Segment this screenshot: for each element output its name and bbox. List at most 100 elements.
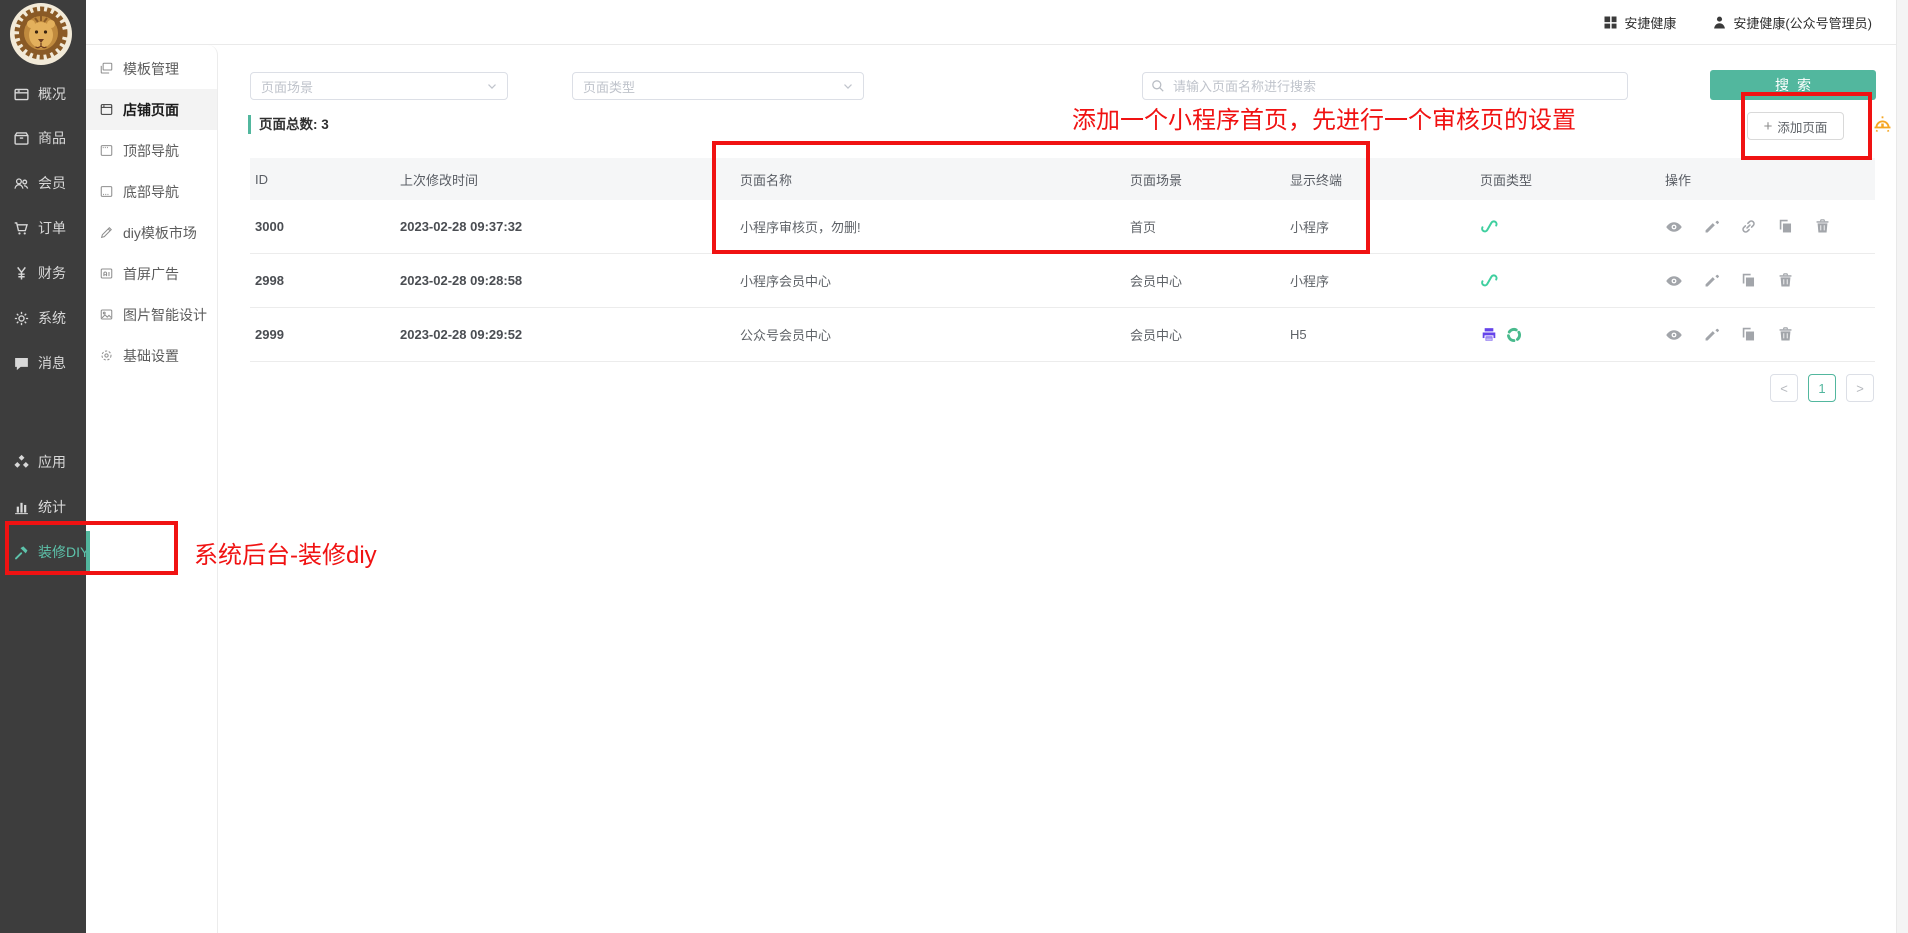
cell-actions <box>1660 326 1875 344</box>
view-button[interactable] <box>1665 272 1683 290</box>
alarm-icon <box>1872 113 1893 134</box>
nav-bottom-icon <box>99 184 114 199</box>
edit-button[interactable] <box>1703 326 1720 343</box>
sidebar-item-members[interactable]: 会员 <box>0 161 86 205</box>
trash-icon <box>1777 326 1794 343</box>
eye-icon <box>1665 218 1683 236</box>
sidebar-rail: 概况 商品 会员 订单 财务 系统 消息 应用 <box>0 0 86 933</box>
sidebar-item-label: 订单 <box>38 218 66 238</box>
admin-page: 概况 商品 会员 订单 财务 系统 消息 应用 <box>0 0 1908 933</box>
header-id: ID <box>250 172 395 187</box>
submenu-item-nav-bottom[interactable]: 底部导航 <box>86 171 217 212</box>
topbar: 安捷健康 安捷健康(公众号管理员) <box>86 0 1908 45</box>
view-button[interactable] <box>1665 326 1683 344</box>
page-1-button[interactable]: 1 <box>1808 374 1836 402</box>
sidebar-item-apps[interactable]: 应用 <box>0 440 86 484</box>
sidebar-item-label: 会员 <box>38 173 66 193</box>
eye-icon <box>1665 272 1683 290</box>
submenu-item-templates[interactable]: 模板管理 <box>86 48 217 89</box>
view-button[interactable] <box>1665 218 1683 236</box>
cell-id: 2999 <box>250 327 395 342</box>
sidebar-item-label: 统计 <box>38 497 66 517</box>
prev-page-button[interactable]: < <box>1770 374 1798 402</box>
submenu-item-label: 店铺页面 <box>123 100 179 120</box>
submenu-item-shop-pages[interactable]: 店铺页面 <box>86 89 217 130</box>
goods-icon <box>13 130 30 147</box>
submenu-panel: 模板管理 店铺页面 顶部导航 底部导航 diy模板市场 首屏广告 图片智能设计 <box>86 45 218 933</box>
grid-icon <box>1603 15 1618 30</box>
scrollbar[interactable] <box>1896 0 1908 933</box>
lion-logo-icon <box>9 2 73 66</box>
cell-scene: 会员中心 <box>1125 325 1285 344</box>
cell-actions <box>1660 218 1875 236</box>
finance-yen-icon <box>13 265 30 282</box>
cell-page-type <box>1475 326 1660 344</box>
cell-id: 2998 <box>250 273 395 288</box>
sidebar-item-label: 消息 <box>38 353 66 373</box>
pen-icon <box>99 225 114 240</box>
pencil-icon <box>1703 218 1720 235</box>
sidebar-item-overview[interactable]: 概况 <box>0 72 86 116</box>
eye-icon <box>1665 326 1683 344</box>
cell-page-name: 小程序会员中心 <box>735 271 1125 290</box>
message-bubble-icon <box>13 355 30 372</box>
pagination: < 1 > <box>1770 374 1874 402</box>
submenu-item-label: 模板管理 <box>123 59 179 79</box>
annotation-note-bottom: 系统后台-装修diy <box>194 535 377 570</box>
copy-button[interactable] <box>1777 218 1794 235</box>
delete-button[interactable] <box>1777 326 1794 343</box>
submenu-item-diy-market[interactable]: diy模板市场 <box>86 212 217 253</box>
submenu-item-nav-top[interactable]: 顶部导航 <box>86 130 217 171</box>
pencil-icon <box>1703 272 1720 289</box>
chevron-down-icon <box>841 79 855 93</box>
ad-icon <box>99 266 114 281</box>
cell-id: 3000 <box>250 219 395 234</box>
copy-button[interactable] <box>1740 272 1757 289</box>
delete-button[interactable] <box>1814 218 1831 235</box>
printer-icon <box>1480 326 1498 344</box>
search-input[interactable] <box>1142 72 1628 100</box>
cell-page-type <box>1475 271 1660 290</box>
user-menu[interactable]: 安捷健康(公众号管理员) <box>1712 13 1872 32</box>
page-scene-select[interactable]: 页面场景 <box>250 72 508 100</box>
copy-icon <box>1740 326 1757 343</box>
cell-page-type <box>1475 217 1660 236</box>
sidebar-item-orders[interactable]: 订单 <box>0 206 86 250</box>
submenu-item-label: 顶部导航 <box>123 141 179 161</box>
header-page-type: 页面类型 <box>1475 170 1660 189</box>
next-page-button[interactable]: > <box>1846 374 1874 402</box>
submenu-item-splash-ad[interactable]: 首屏广告 <box>86 253 217 294</box>
org-switcher[interactable]: 安捷健康 <box>1603 13 1676 32</box>
sidebar-item-label: 财务 <box>38 263 66 283</box>
edit-button[interactable] <box>1703 218 1720 235</box>
cell-scene: 会员中心 <box>1125 271 1285 290</box>
delete-button[interactable] <box>1777 272 1794 289</box>
sidebar-item-label: 系统 <box>38 308 66 328</box>
total-count-label: 页面总数: 3 <box>248 115 329 134</box>
sidebar-item-goods[interactable]: 商品 <box>0 116 86 160</box>
edit-button[interactable] <box>1703 272 1720 289</box>
sidebar-item-label: 概况 <box>38 84 66 104</box>
settings-gear-icon <box>99 348 114 363</box>
submenu-item-basic-settings[interactable]: 基础设置 <box>86 335 217 376</box>
sidebar-item-system[interactable]: 系统 <box>0 296 86 340</box>
cell-terminal: H5 <box>1285 327 1475 342</box>
image-design-icon <box>99 307 114 322</box>
annotation-note-top: 添加一个小程序首页，先进行一个审核页的设置 <box>1072 100 1576 135</box>
link-icon <box>1740 218 1757 235</box>
link-button[interactable] <box>1740 218 1757 235</box>
notification-bell-icon[interactable] <box>1872 113 1893 139</box>
copy-button[interactable] <box>1740 326 1757 343</box>
table-row: 2999 2023-02-28 09:29:52 公众号会员中心 会员中心 H5 <box>250 308 1875 362</box>
overview-icon <box>13 86 30 103</box>
submenu-item-image-design[interactable]: 图片智能设计 <box>86 294 217 335</box>
cell-actions <box>1660 272 1875 290</box>
cell-modified: 2023-02-28 09:28:58 <box>395 273 735 288</box>
page-type-placeholder: 页面类型 <box>583 77 635 96</box>
search-box <box>1142 72 1628 100</box>
submenu-item-label: 底部导航 <box>123 182 179 202</box>
page-type-select[interactable]: 页面类型 <box>572 72 864 100</box>
sidebar-item-message[interactable]: 消息 <box>0 341 86 385</box>
brand-logo[interactable] <box>9 2 73 66</box>
sidebar-item-finance[interactable]: 财务 <box>0 251 86 295</box>
